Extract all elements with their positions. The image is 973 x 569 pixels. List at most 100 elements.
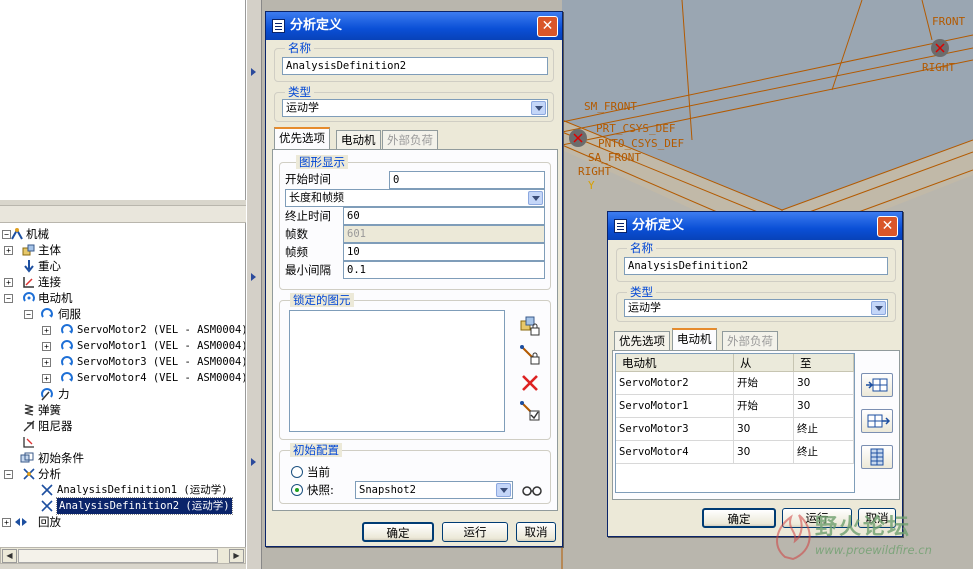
datum-label: RIGHT — [578, 165, 612, 178]
mechanism-tree[interactable]: − 机械 + 主体 重心 + 连接 − 电动机 − 伺服 + ServoMoto… — [0, 223, 246, 547]
column-header-to[interactable]: 至 — [794, 354, 854, 372]
dialog-titlebar[interactable]: 分析定义 ✕ — [266, 12, 562, 40]
tree-item-label: 初始条件 — [38, 451, 84, 465]
collapse-icon[interactable]: − — [4, 470, 13, 479]
table-cell-from[interactable]: 30 — [734, 418, 794, 441]
body-icon — [22, 244, 35, 256]
type-select[interactable]: 运动学 — [624, 299, 888, 317]
type-select[interactable]: 运动学 — [282, 99, 548, 117]
table-cell-to[interactable]: 终止 — [794, 418, 854, 441]
pane-separator[interactable] — [0, 205, 246, 223]
snapshot-radio[interactable] — [291, 484, 303, 496]
scroll-left-button[interactable]: ◀ — [2, 549, 17, 563]
chevron-down-icon[interactable] — [871, 301, 886, 315]
start-time-input[interactable]: 0 — [389, 171, 545, 189]
chevron-down-icon[interactable] — [531, 101, 546, 115]
current-radio[interactable] — [291, 466, 303, 478]
datum-label: RIGHT — [922, 61, 956, 74]
initial-condition-icon — [20, 452, 34, 463]
analysis-definition-dialog-motors: 分析定义 ✕ 名称 AnalysisDefinition2 类型 运动学 优先选… — [607, 211, 903, 537]
expand-icon[interactable]: + — [2, 518, 11, 527]
name-input[interactable]: AnalysisDefinition2 — [282, 57, 548, 75]
end-time-input[interactable]: 60 — [343, 207, 545, 225]
expand-icon[interactable]: + — [4, 278, 13, 287]
scroll-thumb[interactable] — [18, 549, 218, 563]
dialog-titlebar[interactable]: 分析定义 ✕ — [608, 212, 902, 240]
lock-connection-icon[interactable] — [519, 344, 541, 366]
panel-splitter[interactable] — [246, 0, 262, 569]
table-cell-from[interactable]: 30 — [734, 441, 794, 464]
analysis-definition-dialog: 分析定义 ✕ 名称 AnalysisDefinition2 类型 运动学 优先选… — [265, 11, 563, 547]
view-snapshot-icon[interactable] — [521, 479, 543, 501]
expand-icon[interactable]: + — [42, 326, 51, 335]
delete-icon[interactable] — [519, 372, 541, 394]
graphics-preview-pane — [0, 0, 246, 200]
tree-item-label: 连接 — [38, 275, 61, 289]
table-cell-motor[interactable]: ServoMotor3 — [616, 418, 734, 441]
locked-entities-list[interactable] — [289, 310, 505, 432]
tree-item-label: ServoMotor2 (VEL - ASM0004) — [77, 324, 246, 336]
insert-motor-button[interactable] — [861, 373, 893, 397]
ok-button[interactable]: 确定 — [362, 522, 434, 542]
servo-icon — [61, 324, 73, 334]
add-motor-button[interactable] — [861, 409, 893, 433]
cancel-button[interactable]: 取消 — [516, 522, 556, 542]
damper-icon — [23, 420, 35, 432]
table-cell-from[interactable]: 开始 — [734, 395, 794, 418]
datum-label: PRT_CSYS_DEF — [596, 122, 676, 135]
tab-external-loads[interactable]: 外部负荷 — [382, 130, 438, 150]
servo-icon — [61, 372, 73, 382]
column-header-from[interactable]: 从 — [734, 354, 794, 372]
tree-item-label: ServoMotor3 (VEL - ASM0004) — [77, 356, 246, 368]
close-button[interactable]: ✕ — [537, 16, 558, 37]
expand-icon[interactable]: + — [4, 246, 13, 255]
scroll-right-button[interactable]: ▶ — [229, 549, 244, 563]
close-button[interactable]: ✕ — [877, 216, 898, 237]
time-mode-select[interactable]: 长度和帧频 — [285, 189, 545, 207]
collapse-arrow-icon[interactable] — [251, 273, 256, 281]
collapse-icon[interactable]: − — [4, 294, 13, 303]
chevron-down-icon[interactable] — [528, 191, 543, 205]
table-cell-motor[interactable]: ServoMotor2 — [616, 372, 734, 395]
playback-icon — [15, 518, 27, 526]
min-interval-input[interactable]: 0.1 — [343, 261, 545, 279]
name-input[interactable]: AnalysisDefinition2 — [624, 257, 888, 275]
expand-icon[interactable]: + — [42, 374, 51, 383]
table-cell-from[interactable]: 开始 — [734, 372, 794, 395]
collapse-arrow-icon[interactable] — [251, 458, 256, 466]
expand-icon[interactable]: + — [42, 342, 51, 351]
frame-rate-input[interactable]: 10 — [343, 243, 545, 261]
collapse-arrow-icon[interactable] — [251, 68, 256, 76]
tab-external-loads[interactable]: 外部负荷 — [722, 331, 778, 351]
table-cell-to[interactable]: 30 — [794, 372, 854, 395]
gravity-icon — [24, 260, 34, 273]
chevron-down-icon[interactable] — [496, 483, 511, 497]
tab-preferences[interactable]: 优先选项 — [614, 331, 670, 351]
initial-config-title: 初始配置 — [290, 443, 342, 457]
enable-lock-icon[interactable] — [519, 400, 541, 422]
tree-item-label: 弹簧 — [38, 403, 61, 417]
tree-item-label: 阻尼器 — [38, 419, 73, 433]
servo-icon — [41, 308, 53, 318]
end-time-label: 终止时间 — [285, 209, 331, 223]
lock-bodies-icon[interactable] — [519, 315, 541, 337]
preferences-tab-panel: 图形显示 开始时间 0 长度和帧频 终止时间 60 帧数 601 帧频 10 最… — [272, 149, 558, 511]
column-header-motor[interactable]: 电动机 — [616, 354, 734, 372]
table-cell-motor[interactable]: ServoMotor4 — [616, 441, 734, 464]
expand-icon[interactable]: + — [42, 358, 51, 367]
motors-table[interactable]: 电动机 从 至 ServoMotor2 开始 30 ServoMotor1 开始… — [615, 353, 855, 493]
table-cell-motor[interactable]: ServoMotor1 — [616, 395, 734, 418]
select-all-motors-button[interactable] — [861, 445, 893, 469]
analysis-icon — [41, 500, 53, 512]
tree-item-label: 伺服 — [58, 307, 81, 321]
tab-preferences[interactable]: 优先选项 — [274, 127, 330, 149]
run-button[interactable]: 运行 — [442, 522, 508, 542]
tab-motors[interactable]: 电动机 — [336, 130, 381, 150]
collapse-icon[interactable]: − — [24, 310, 33, 319]
table-cell-to[interactable]: 30 — [794, 395, 854, 418]
tab-motors[interactable]: 电动机 — [672, 328, 717, 350]
analysis-icon — [41, 484, 53, 496]
table-cell-to[interactable]: 终止 — [794, 441, 854, 464]
snapshot-select[interactable]: Snapshot2 — [355, 481, 513, 499]
tree-horizontal-scrollbar[interactable]: ◀ ▶ — [0, 547, 246, 564]
